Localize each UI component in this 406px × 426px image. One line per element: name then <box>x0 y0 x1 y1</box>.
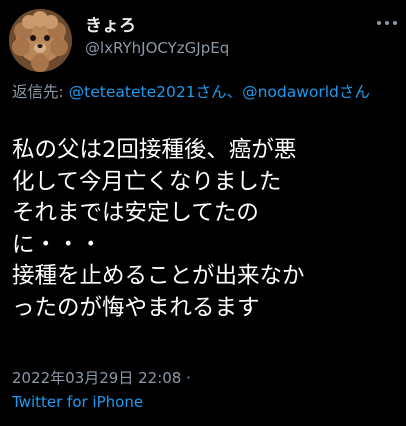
tweet-timestamp[interactable]: 2022年03月29日 22:08 · <box>12 367 191 388</box>
reply-prefix: 返信先: <box>12 83 69 101</box>
more-dot <box>393 21 397 25</box>
author-handle[interactable]: @lxRYhJOCYzGJpEq <box>85 39 229 57</box>
poodle-avatar-icon <box>9 9 72 72</box>
mention-nodaworld[interactable]: @nodaworldさん <box>242 83 370 101</box>
tweet-card: きょろ @lxRYhJOCYzGJpEq 返信先: @teteatete2021… <box>0 0 406 426</box>
tweet-text-line: 私の父は2回接種後、癌が悪 <box>12 137 297 163</box>
tweet-source-link[interactable]: Twitter for iPhone <box>12 393 143 411</box>
tweet-text-line: それまでは安定してたの <box>12 200 259 226</box>
more-dot <box>385 21 389 25</box>
tweet-text: 私の父は2回接種後、癌が悪 化して今月亡くなりました それまでは安定してたの に… <box>12 135 404 324</box>
tweet-text-line: 化して今月亡くなりました <box>12 168 282 195</box>
tweet-text-line: 接種を止めることが出来なか <box>12 263 305 289</box>
mention-separator: 、 <box>226 83 243 101</box>
author-display-name[interactable]: きょろ <box>85 11 136 36</box>
more-dot <box>377 21 381 25</box>
replying-to: 返信先: @teteatete2021さん、@nodaworldさん <box>12 82 402 103</box>
mention-teteatete2021[interactable]: @teteatete2021さん <box>69 83 227 101</box>
more-options-icon[interactable] <box>376 14 398 30</box>
tweet-text-line: ったのが悔やまれるます <box>12 294 260 321</box>
tweet-text-line: に・・・ <box>12 231 103 258</box>
user-avatar[interactable] <box>9 9 72 72</box>
